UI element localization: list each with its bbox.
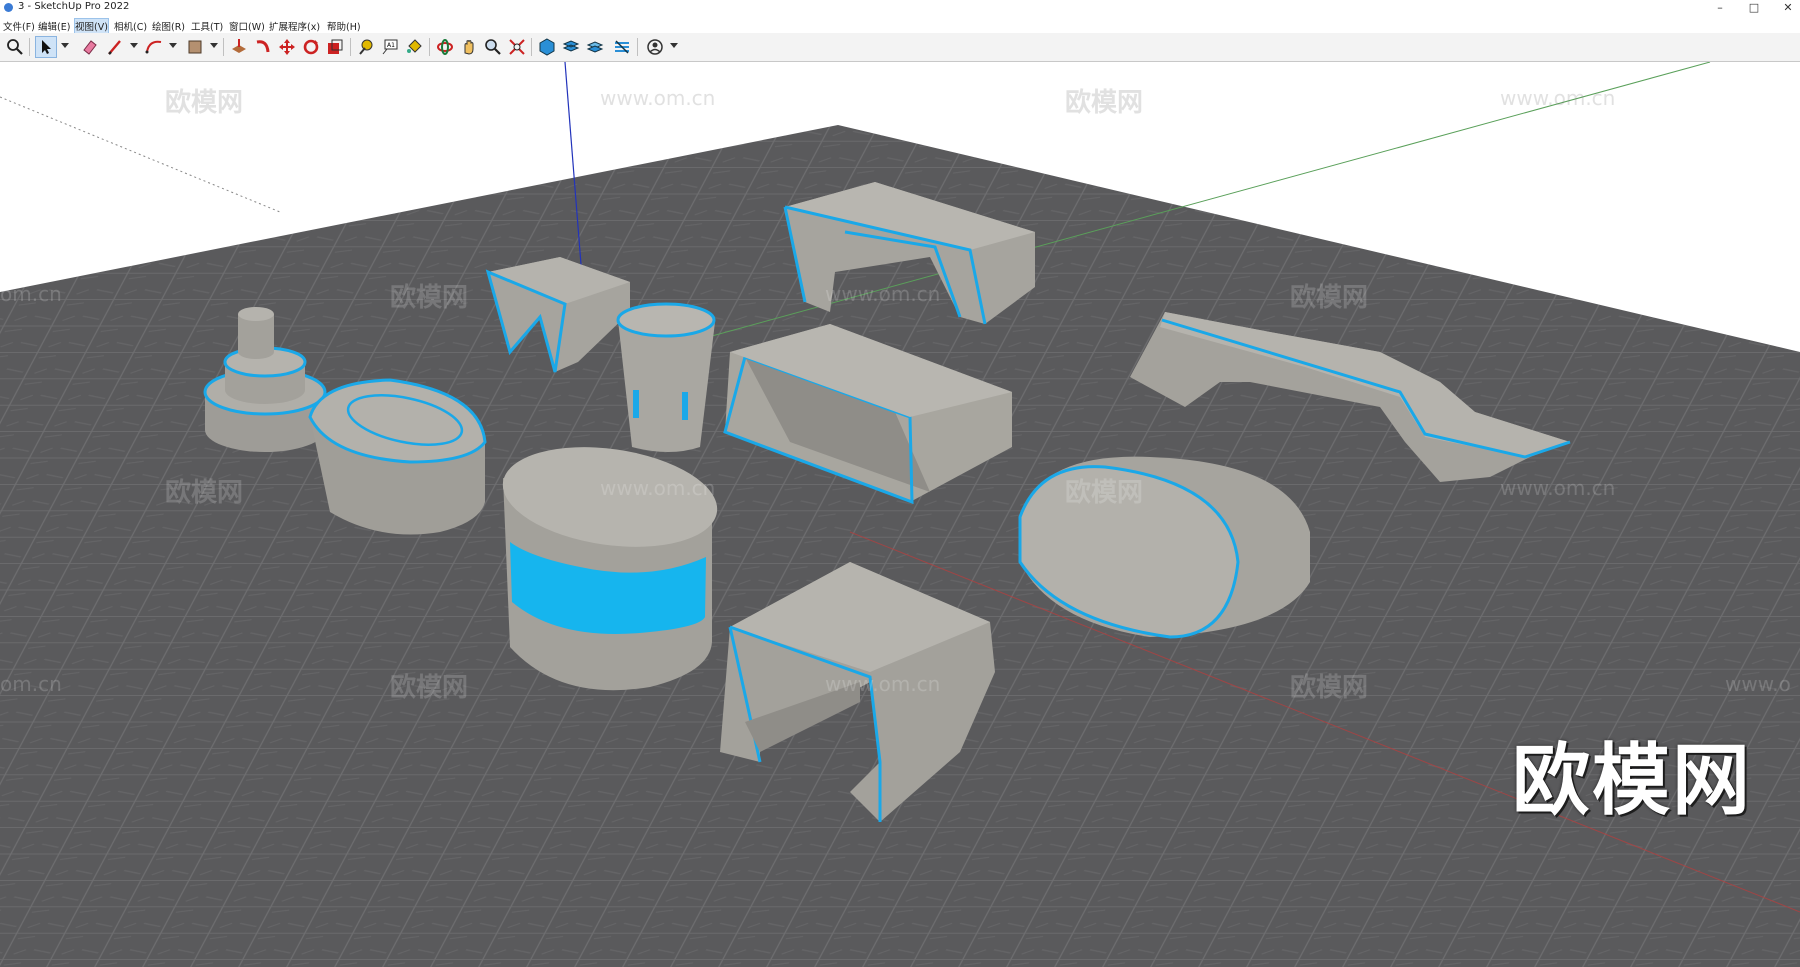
watermark-url: www.o bbox=[1725, 282, 1791, 306]
menu-window[interactable]: 窗口(W) bbox=[229, 19, 265, 33]
site-logo: 欧模网 bbox=[1512, 736, 1753, 826]
scene-canvas[interactable] bbox=[0, 62, 1800, 967]
line-dropdown-icon[interactable] bbox=[130, 43, 138, 48]
svg-text:A1: A1 bbox=[387, 42, 395, 49]
tape-measure-icon[interactable] bbox=[356, 37, 376, 57]
watermark-brand: 欧模网 bbox=[390, 283, 469, 313]
watermark-url: www.om.cn bbox=[825, 282, 941, 306]
account-icon[interactable] bbox=[645, 37, 665, 57]
menu-file[interactable]: 文件(F) bbox=[3, 19, 35, 33]
select-dropdown-icon[interactable] bbox=[61, 43, 69, 48]
menu-camera[interactable]: 相机(C) bbox=[114, 19, 147, 33]
menu-bar: 文件(F) 编辑(E) 视图(V) 相机(C) 绘图(R) 工具(T) 窗口(W… bbox=[0, 16, 1800, 34]
watermark-brand: 欧模网 bbox=[390, 673, 469, 703]
watermark-url: www.om.cn bbox=[1500, 86, 1616, 110]
eraser-icon[interactable] bbox=[80, 37, 100, 57]
watermark-url: om.cn bbox=[0, 282, 62, 306]
oval-counter-model bbox=[308, 378, 487, 535]
watermark-brand: 欧模网 bbox=[1290, 283, 1369, 313]
styles-icon[interactable] bbox=[561, 37, 581, 57]
watermark-url: www.om.cn bbox=[600, 476, 716, 500]
zoom-extents-icon[interactable] bbox=[507, 37, 527, 57]
menu-help[interactable]: 帮助(H) bbox=[327, 19, 361, 33]
watermark-brand: 欧模网 bbox=[165, 88, 244, 118]
close-button[interactable]: ✕ bbox=[1771, 0, 1800, 16]
pencil-line-icon[interactable] bbox=[105, 37, 125, 57]
menu-draw[interactable]: 绘图(R) bbox=[152, 19, 185, 33]
orbit-icon[interactable] bbox=[435, 37, 455, 57]
watermark-url: www.om.cn bbox=[1500, 476, 1616, 500]
scenes-icon[interactable] bbox=[612, 37, 632, 57]
watermark-brand: 欧模网 bbox=[1065, 88, 1144, 118]
text-icon[interactable]: A1 bbox=[380, 37, 400, 57]
watermark-brand: 欧模网 bbox=[1065, 478, 1144, 508]
maximize-button[interactable]: □ bbox=[1737, 0, 1771, 16]
rectangle-icon[interactable] bbox=[185, 37, 205, 57]
zoom-icon[interactable] bbox=[5, 37, 25, 57]
components-icon[interactable] bbox=[537, 37, 557, 57]
arc-icon[interactable] bbox=[144, 37, 164, 57]
zoom-tool-icon[interactable] bbox=[483, 37, 503, 57]
menu-extensions[interactable]: 扩展程序(x) bbox=[269, 19, 320, 33]
model-viewport[interactable]: 欧模网 www.om.cn 欧模网 www.om.cn om.cn 欧模网 ww… bbox=[0, 62, 1800, 967]
watermark-url: om.cn bbox=[0, 672, 62, 696]
watermark-url: www.om.cn bbox=[825, 672, 941, 696]
minimize-button[interactable]: – bbox=[1703, 0, 1737, 16]
layers-icon[interactable] bbox=[585, 37, 605, 57]
paint-bucket-icon[interactable] bbox=[404, 37, 424, 57]
scale-icon[interactable] bbox=[325, 37, 345, 57]
menu-tools[interactable]: 工具(T) bbox=[191, 19, 223, 33]
watermark-brand: 欧模网 bbox=[1290, 673, 1369, 703]
waste-bin-model bbox=[616, 302, 716, 452]
watermark-brand: 欧模网 bbox=[165, 478, 244, 508]
window-title: 3 - SketchUp Pro 2022 bbox=[18, 1, 130, 12]
account-dropdown-icon[interactable] bbox=[670, 43, 678, 48]
rotate-icon[interactable] bbox=[301, 37, 321, 57]
pan-icon[interactable] bbox=[459, 37, 479, 57]
toolbar: A1 bbox=[0, 33, 1800, 62]
arc-dropdown-icon[interactable] bbox=[169, 43, 177, 48]
menu-edit[interactable]: 编辑(E) bbox=[38, 19, 70, 33]
push-pull-icon[interactable] bbox=[229, 37, 249, 57]
follow-me-icon[interactable] bbox=[253, 37, 273, 57]
shape-dropdown-icon[interactable] bbox=[210, 43, 218, 48]
menu-view[interactable]: 视图(V) bbox=[74, 18, 109, 34]
title-bar: 3 - SketchUp Pro 2022 – □ ✕ bbox=[0, 0, 1800, 16]
watermark-url: www.o bbox=[1725, 672, 1791, 696]
select-icon[interactable] bbox=[35, 36, 57, 58]
sketchup-app-icon bbox=[4, 3, 13, 12]
watermark-url: www.om.cn bbox=[600, 86, 716, 110]
move-icon[interactable] bbox=[277, 37, 297, 57]
